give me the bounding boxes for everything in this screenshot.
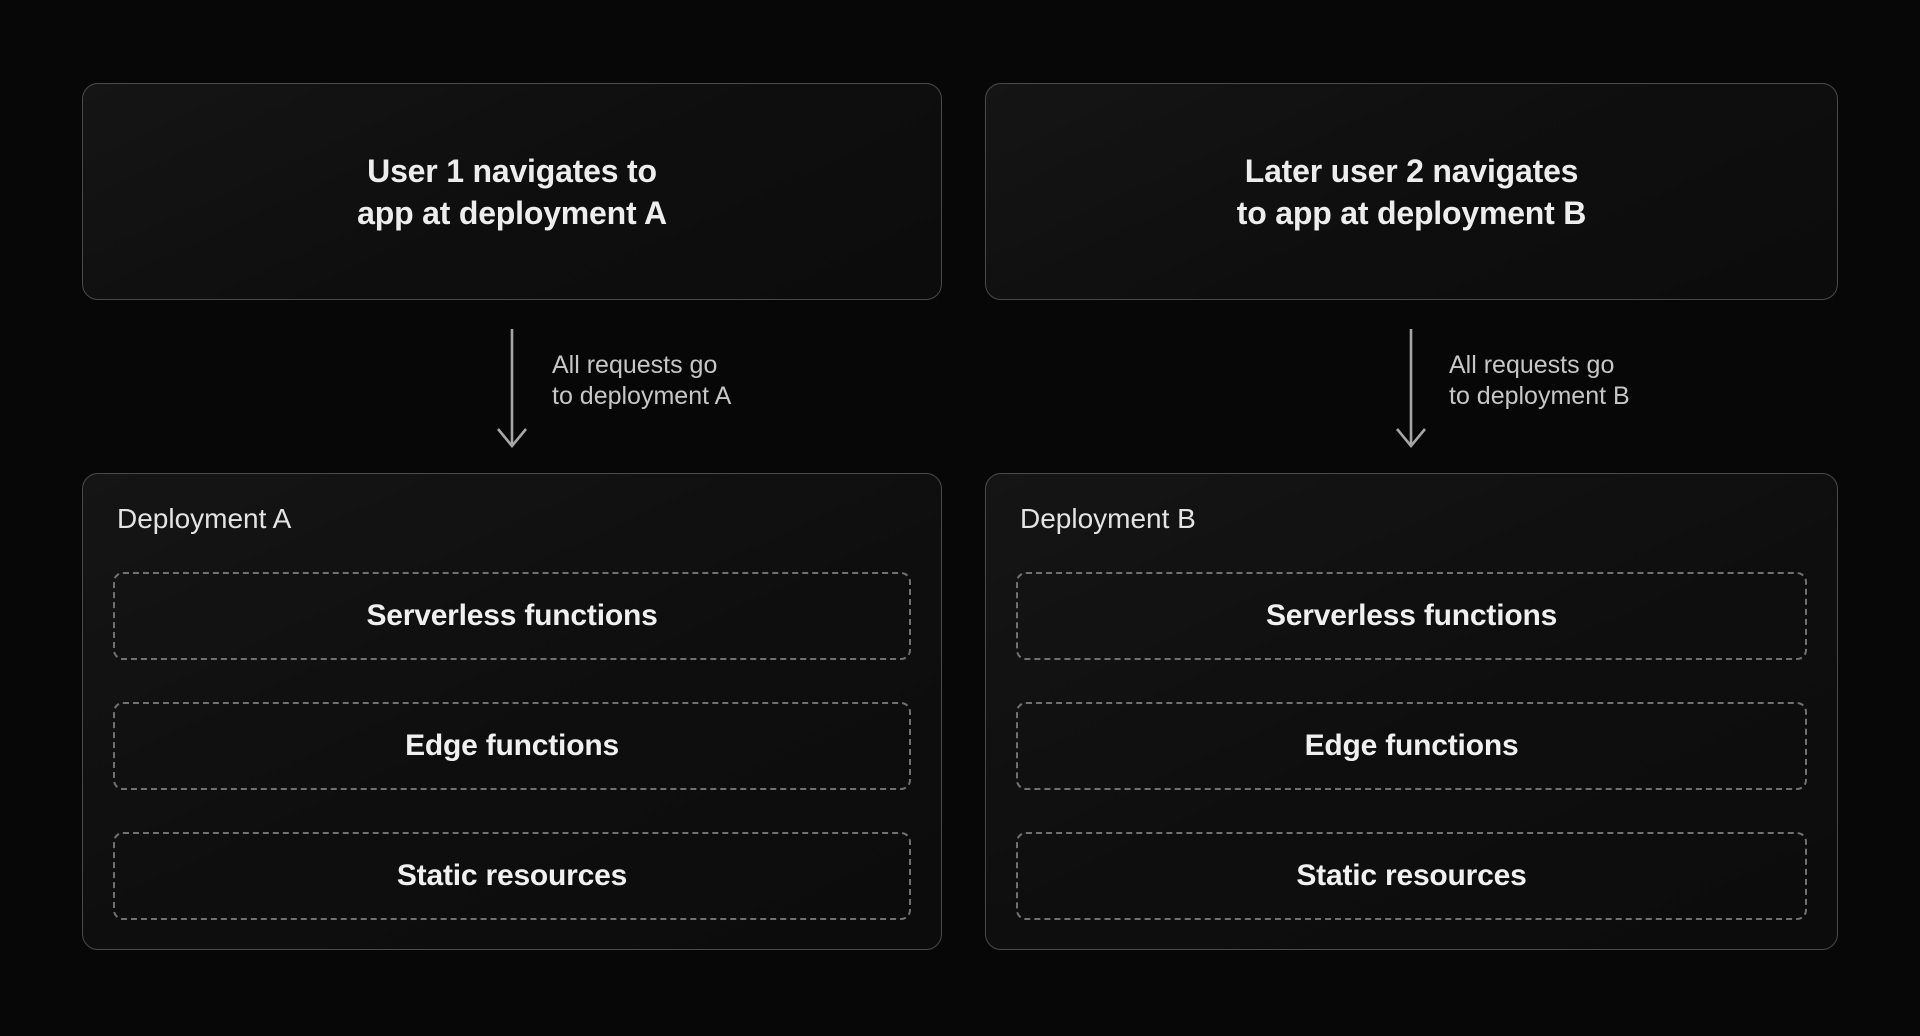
diagram-canvas: User 1 navigates to app at deployment A …	[0, 0, 1920, 1036]
arrow-b-label: All requests go to deployment B	[1449, 350, 1630, 412]
arrow-a-label-line1: All requests go	[552, 350, 731, 381]
arrow-b-label-line1: All requests go	[1449, 350, 1630, 381]
row-label: Static resources	[397, 859, 627, 893]
deployment-b-box: Deployment B Serverless functions Edge f…	[985, 473, 1838, 950]
user-1-box: User 1 navigates to app at deployment A	[82, 83, 942, 300]
row-label: Serverless functions	[366, 599, 657, 633]
row-label: Edge functions	[1305, 729, 1519, 763]
deployment-b-title: Deployment B	[1020, 502, 1807, 536]
deployment-a-box: Deployment A Serverless functions Edge f…	[82, 473, 942, 950]
arrow-a-label: All requests go to deployment A	[552, 350, 731, 412]
arrow-b-label-line2: to deployment B	[1449, 381, 1630, 412]
user-1-box-text-line1: User 1 navigates to	[367, 150, 657, 192]
deployment-b-serverless-functions-row: Serverless functions	[1016, 572, 1807, 660]
deployment-a-serverless-functions-row: Serverless functions	[113, 572, 911, 660]
row-label: Serverless functions	[1266, 599, 1557, 633]
arrow-a-label-line2: to deployment A	[552, 381, 731, 412]
row-label: Static resources	[1296, 859, 1526, 893]
user-2-box-text-line1: Later user 2 navigates	[1245, 150, 1579, 192]
user-1-box-text-line2: app at deployment A	[357, 192, 667, 234]
row-label: Edge functions	[405, 729, 619, 763]
deployment-a-edge-functions-row: Edge functions	[113, 702, 911, 790]
deployment-a-title: Deployment A	[117, 502, 911, 536]
down-arrow-icon	[495, 328, 529, 450]
user-2-box-text-line2: to app at deployment B	[1237, 192, 1586, 234]
deployment-a-static-resources-row: Static resources	[113, 832, 911, 920]
user-2-box: Later user 2 navigates to app at deploym…	[985, 83, 1838, 300]
down-arrow-icon	[1394, 328, 1428, 450]
deployment-b-static-resources-row: Static resources	[1016, 832, 1807, 920]
deployment-b-edge-functions-row: Edge functions	[1016, 702, 1807, 790]
